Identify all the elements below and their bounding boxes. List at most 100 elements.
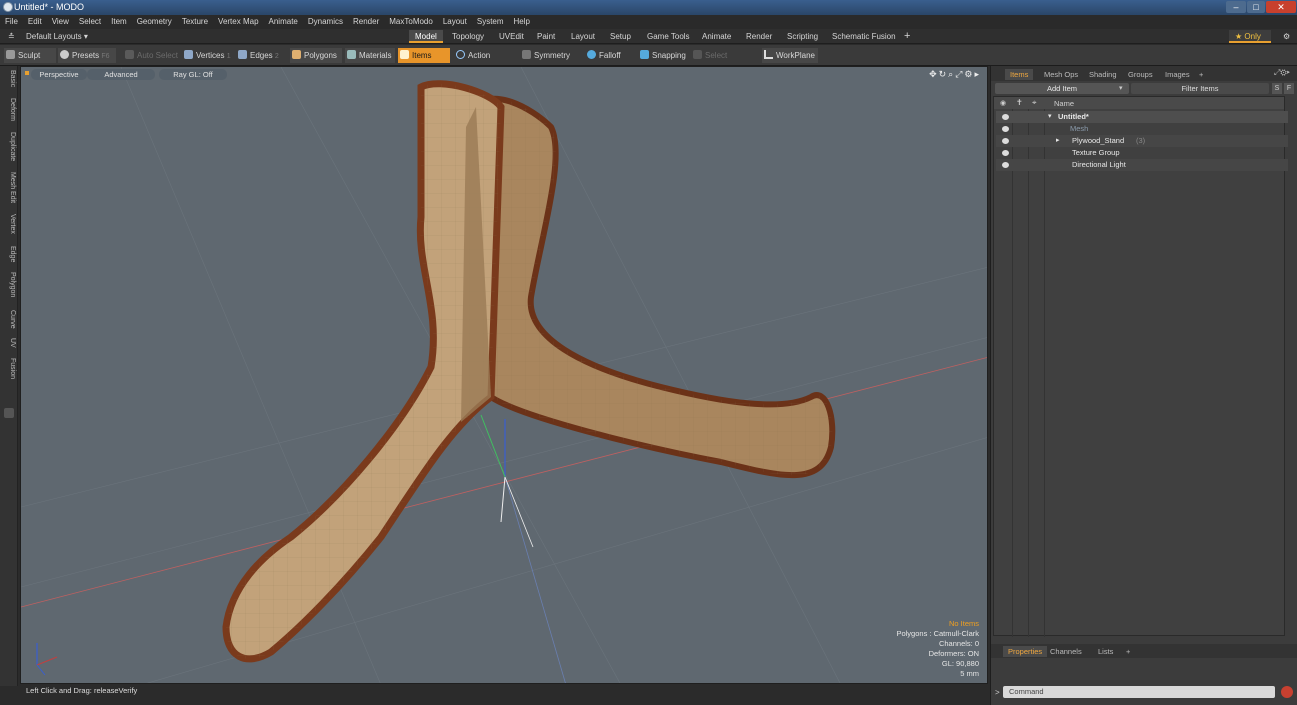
- tab-lists[interactable]: Lists: [1093, 646, 1118, 657]
- menu-file[interactable]: File: [0, 15, 23, 29]
- tab-fusion[interactable]: Fusion: [2, 358, 16, 379]
- tab-channels[interactable]: Channels: [1045, 646, 1087, 657]
- tab-edge[interactable]: Edge: [2, 246, 16, 262]
- sculpt-button[interactable]: Sculpt: [4, 48, 56, 63]
- tab-scripting[interactable]: Scripting: [781, 30, 824, 43]
- collapse-arrow-icon[interactable]: ▾: [1048, 111, 1052, 123]
- tab-game-tools[interactable]: Game Tools: [641, 30, 696, 43]
- menu-help[interactable]: Help: [509, 15, 535, 29]
- edges-button[interactable]: Edges 2: [236, 48, 288, 63]
- add-properties-tab-button[interactable]: +: [1121, 646, 1135, 657]
- tab-model[interactable]: Model: [409, 30, 443, 43]
- items-button[interactable]: Items: [398, 48, 450, 63]
- menu-system[interactable]: System: [472, 15, 509, 29]
- menu-texture[interactable]: Texture: [177, 15, 213, 29]
- command-input[interactable]: Command: [1003, 686, 1275, 698]
- tab-groups[interactable]: Groups: [1123, 69, 1158, 80]
- eye-icon[interactable]: [1002, 114, 1009, 120]
- eye-icon[interactable]: [1002, 150, 1009, 156]
- raygl-button[interactable]: Ray GL: Off: [159, 69, 227, 80]
- layout-selector[interactable]: Default Layouts ▾: [20, 30, 94, 43]
- s-button[interactable]: S: [1272, 83, 1282, 94]
- falloff-button[interactable]: Falloff: [585, 48, 633, 63]
- perspective-button[interactable]: Perspective: [31, 69, 87, 80]
- minimize-button[interactable]: –: [1226, 1, 1246, 13]
- polygons-button[interactable]: Polygons: [290, 48, 342, 63]
- materials-button[interactable]: Materials: [345, 48, 395, 63]
- tab-deform[interactable]: Deform: [2, 98, 16, 121]
- menu-vertex-map[interactable]: Vertex Map: [213, 15, 263, 29]
- item-row-mesh[interactable]: Mesh: [996, 123, 1288, 135]
- tab-vertex[interactable]: Vertex: [2, 214, 16, 234]
- gear-icon[interactable]: ⚙: [1277, 30, 1296, 43]
- name-column-header[interactable]: Name: [1054, 99, 1074, 108]
- tab-duplicate[interactable]: Duplicate: [2, 132, 16, 161]
- tab-mesh-ops[interactable]: Mesh Ops: [1039, 69, 1083, 80]
- tab-animate[interactable]: Animate: [696, 30, 737, 43]
- symmetry-button[interactable]: Symmetry: [520, 48, 576, 63]
- viewport-nav-icons[interactable]: ✥↻⌕⤢⚙▸: [929, 69, 981, 80]
- tab-curve[interactable]: Curve: [2, 310, 16, 329]
- eye-icon[interactable]: [1002, 126, 1009, 132]
- menu-maxtomodo[interactable]: MaxToModo: [384, 15, 438, 29]
- tab-images[interactable]: Images: [1160, 69, 1195, 80]
- tab-properties[interactable]: Properties: [1003, 646, 1048, 657]
- menu-select[interactable]: Select: [74, 15, 106, 29]
- tab-layout[interactable]: Layout: [565, 30, 601, 43]
- item-row-directional-light[interactable]: Directional Light: [996, 159, 1288, 171]
- menu-item[interactable]: Item: [106, 15, 132, 29]
- menu-edit[interactable]: Edit: [23, 15, 47, 29]
- chevron-down-icon[interactable]: ▾: [1119, 83, 1129, 94]
- tab-render[interactable]: Render: [740, 30, 778, 43]
- item-row-untitled[interactable]: ▾ Untitled*: [996, 111, 1288, 123]
- workplane-button[interactable]: WorkPlane: [762, 48, 818, 63]
- viewport-menu-icon[interactable]: [25, 71, 29, 75]
- tab-polygon[interactable]: Polygon: [2, 272, 16, 297]
- advanced-button[interactable]: Advanced: [87, 69, 155, 80]
- menu-view[interactable]: View: [47, 15, 74, 29]
- add-tab-button[interactable]: +: [898, 30, 916, 43]
- only-toggle[interactable]: ★ Only: [1229, 30, 1271, 43]
- tab-uvedit[interactable]: UVEdit: [493, 30, 530, 43]
- action-center-button[interactable]: Action Center: [454, 48, 516, 75]
- menu-geometry[interactable]: Geometry: [132, 15, 177, 29]
- auto-select-button[interactable]: Auto Select: [123, 48, 179, 63]
- panel-toggle-icon[interactable]: [4, 408, 14, 418]
- record-icon[interactable]: [1281, 686, 1293, 698]
- close-button[interactable]: ✕: [1266, 1, 1296, 13]
- add-panel-tab-button[interactable]: +: [1194, 69, 1208, 80]
- maximize-button[interactable]: □: [1247, 1, 1265, 13]
- tab-items[interactable]: Items: [1005, 69, 1034, 80]
- select-through-button[interactable]: Select Through: [691, 48, 757, 75]
- tab-schematic-fusion[interactable]: Schematic Fusion: [826, 30, 902, 43]
- menu-render[interactable]: Render: [348, 15, 384, 29]
- layout-tab-bar: ≛ Default Layouts ▾ Model Topology UVEdi…: [0, 29, 1297, 44]
- tab-mesh-edit[interactable]: Mesh Edit: [2, 172, 16, 203]
- layout-menu-icon[interactable]: ≛: [2, 30, 21, 43]
- 3d-viewport[interactable]: Perspective Advanced Ray GL: Off ✥↻⌕⤢⚙▸ …: [20, 66, 988, 684]
- f-button[interactable]: F: [1284, 83, 1294, 94]
- channels-count: Channels: 0: [938, 639, 979, 648]
- tab-basic[interactable]: Basic: [2, 70, 16, 87]
- tab-paint[interactable]: Paint: [531, 30, 561, 43]
- presets-button[interactable]: Presets F6: [58, 48, 116, 63]
- command-prompt: >: [995, 688, 1000, 697]
- menu-dynamics[interactable]: Dynamics: [303, 15, 348, 29]
- tab-shading[interactable]: Shading: [1084, 69, 1122, 80]
- tab-topology[interactable]: Topology: [446, 30, 490, 43]
- tab-setup[interactable]: Setup: [604, 30, 637, 43]
- item-row-plywood-stand[interactable]: ▸ Plywood_Stand (3): [996, 135, 1288, 147]
- expand-arrow-icon[interactable]: ▸: [1056, 135, 1060, 147]
- tab-uv[interactable]: UV: [2, 338, 16, 348]
- menu-animate[interactable]: Animate: [264, 15, 303, 29]
- filter-items-field[interactable]: Filter Items: [1131, 83, 1269, 94]
- panel-options-icon[interactable]: ⤢⚙▸: [1274, 68, 1290, 78]
- eye-icon[interactable]: [1002, 138, 1009, 144]
- snapping-label: Snapping: [652, 51, 686, 60]
- eye-icon[interactable]: [1002, 162, 1009, 168]
- item-row-texture-group[interactable]: Texture Group: [996, 147, 1288, 159]
- add-item-button[interactable]: Add Item: [995, 83, 1129, 94]
- vertices-button[interactable]: Vertices 1: [182, 48, 234, 63]
- menu-layout[interactable]: Layout: [438, 15, 472, 29]
- snapping-button[interactable]: Snapping: [638, 48, 686, 63]
